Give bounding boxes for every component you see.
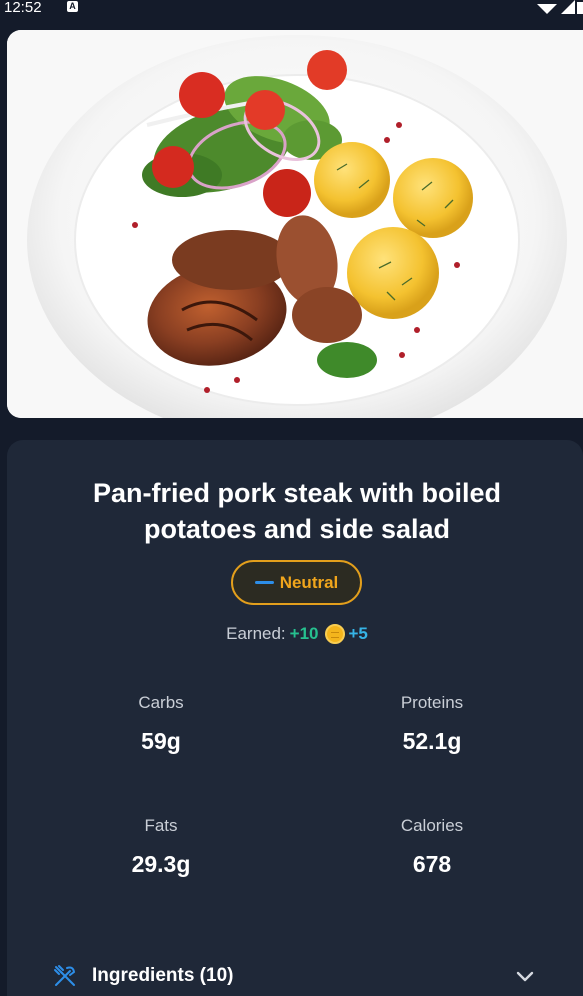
earned-coins: +5 <box>348 624 368 643</box>
rating-label: Neutral <box>279 572 339 592</box>
ingredients-toggle[interactable]: Ingredients (10) <box>7 958 583 996</box>
macro-proteins: Proteins 52.1g <box>332 692 532 756</box>
notification-a-icon: A <box>67 1 78 12</box>
macro-carbs: Carbs 59g <box>61 692 261 756</box>
macro-value: 678 <box>412 851 452 877</box>
coin-icon <box>324 624 345 644</box>
macro-value: 52.1g <box>402 728 462 754</box>
neutral-dash-icon <box>254 581 274 584</box>
status-time: 12:52 <box>4 0 42 16</box>
earned-points: +10 <box>289 624 319 643</box>
macro-calories: Calories 678 <box>332 815 532 879</box>
status-bar: 12:52 A <box>0 0 583 20</box>
macro-fats: Fats 29.3g <box>61 815 261 879</box>
macro-value: 59g <box>141 728 181 754</box>
earned-row: Earned: +10 +5 <box>7 624 583 644</box>
earned-label: Earned: <box>226 624 286 643</box>
screen: 12:52 A Pan-fried pork steak with boiled… <box>0 0 583 996</box>
meal-details-card: Pan-fried pork steak with boiled potatoe… <box>7 440 583 996</box>
ingredients-label: Ingredients (10) <box>92 965 234 986</box>
food-photo-image <box>7 30 583 418</box>
macro-label: Fats <box>144 816 178 835</box>
macro-label: Carbs <box>138 693 184 712</box>
dish-title: Pan-fried pork steak with boiled potatoe… <box>92 478 502 544</box>
signal-wifi-icons <box>537 0 583 14</box>
macro-value: 29.3g <box>131 851 191 877</box>
macro-label: Calories <box>400 816 464 835</box>
chevron-down-icon[interactable] <box>513 964 537 988</box>
macro-label: Proteins <box>400 693 464 712</box>
food-photo <box>7 30 583 418</box>
rating-badge: Neutral <box>231 560 362 605</box>
cutlery-icon <box>54 965 76 986</box>
